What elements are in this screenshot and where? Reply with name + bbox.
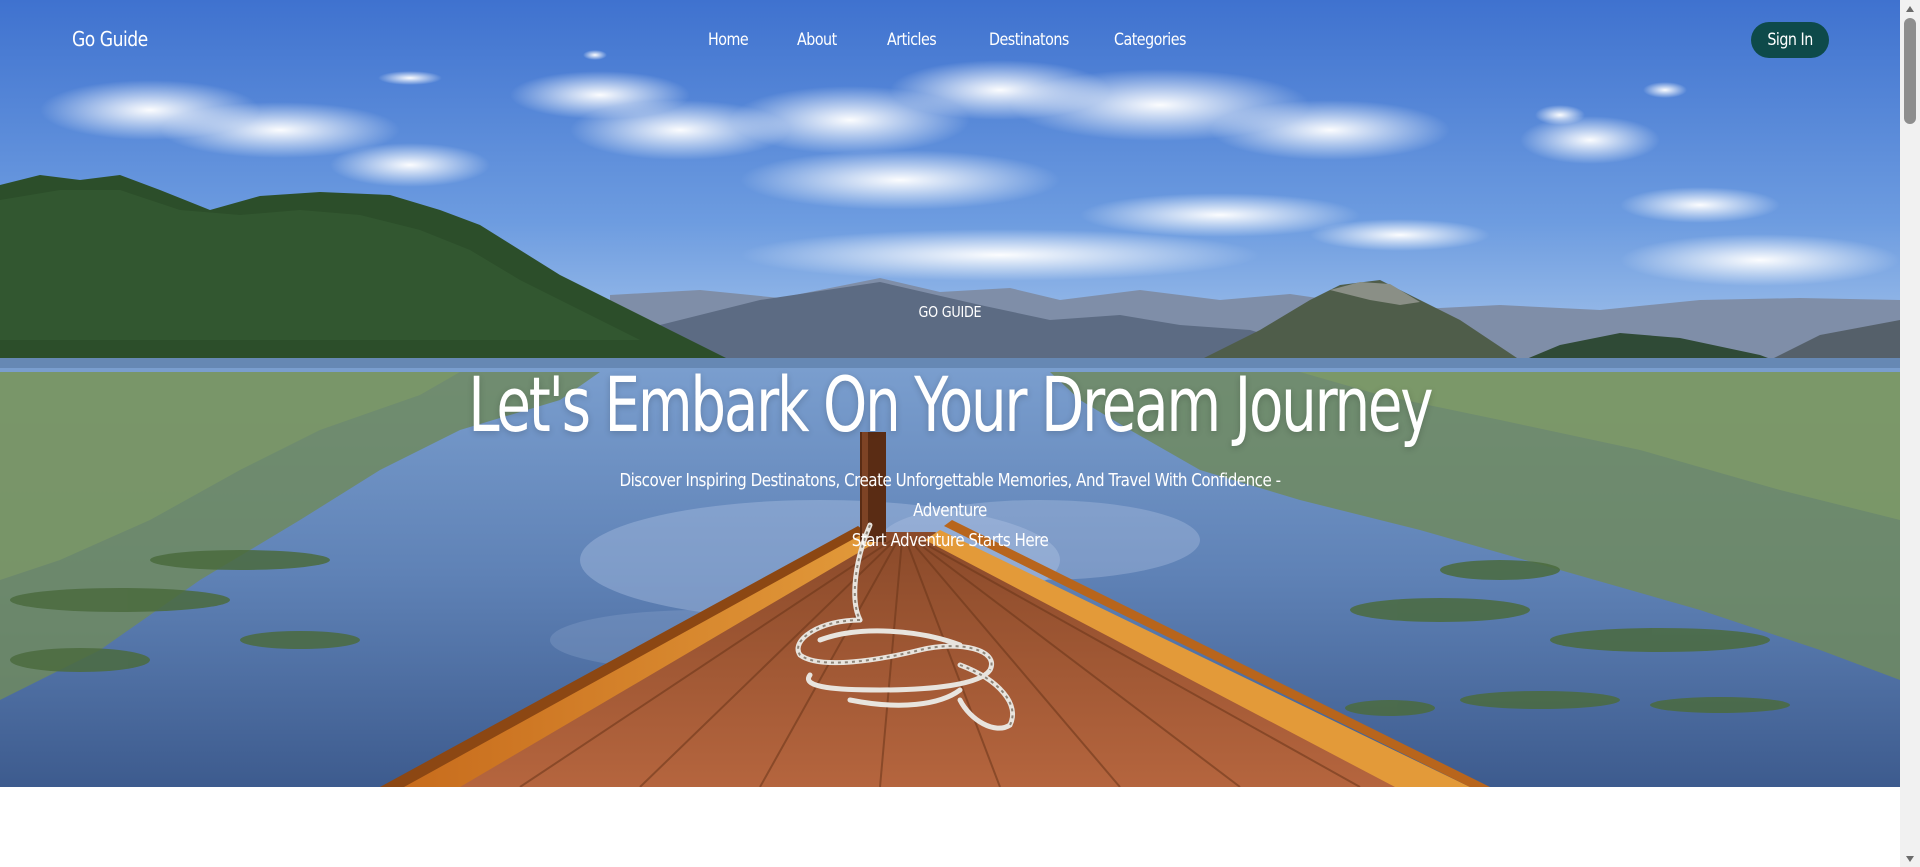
triangle-up-icon xyxy=(1906,5,1914,12)
hero-headline-text: Let's Embark On Your Dream Journey xyxy=(468,360,1433,449)
hero-eyebrow-text: GO GUIDE xyxy=(918,303,982,321)
below-hero-section xyxy=(0,787,1900,867)
scroll-down-arrow[interactable] xyxy=(1900,850,1920,867)
nav-link-destinations[interactable]: Destinatons xyxy=(989,30,1069,50)
sign-in-button[interactable]: Sign In xyxy=(1751,22,1829,58)
nav-link-categories[interactable]: Categories xyxy=(1114,30,1186,50)
nav-link-home[interactable]: Home xyxy=(708,30,749,50)
hero-subhead: Discover Inspiring Destinatons, Create U… xyxy=(550,466,1350,556)
page-scrollbar[interactable] xyxy=(1900,0,1920,867)
hero-subhead-line-1: Discover Inspiring Destinatons, Create U… xyxy=(619,470,1281,521)
sign-in-label: Sign In xyxy=(1767,30,1813,50)
hero-section: Go Guide Home About Articles Destinatons… xyxy=(0,0,1900,787)
nav-link-about[interactable]: About xyxy=(797,30,837,50)
navbar: Go Guide Home About Articles Destinatons… xyxy=(0,0,1900,84)
nav-link-articles[interactable]: Articles xyxy=(887,30,937,50)
hero-headline: Let's Embark On Your Dream Journey xyxy=(0,360,1900,450)
hero-subhead-line-2: Start Adventure Starts Here xyxy=(851,530,1049,551)
triangle-down-icon xyxy=(1906,855,1914,862)
hero-eyebrow: GO GUIDE xyxy=(0,303,1900,321)
scroll-up-arrow[interactable] xyxy=(1900,0,1920,17)
page: Go Guide Home About Articles Destinatons… xyxy=(0,0,1920,867)
scroll-thumb[interactable] xyxy=(1904,18,1916,124)
nav-links: Home About Articles Destinatons Categori… xyxy=(0,30,1900,56)
